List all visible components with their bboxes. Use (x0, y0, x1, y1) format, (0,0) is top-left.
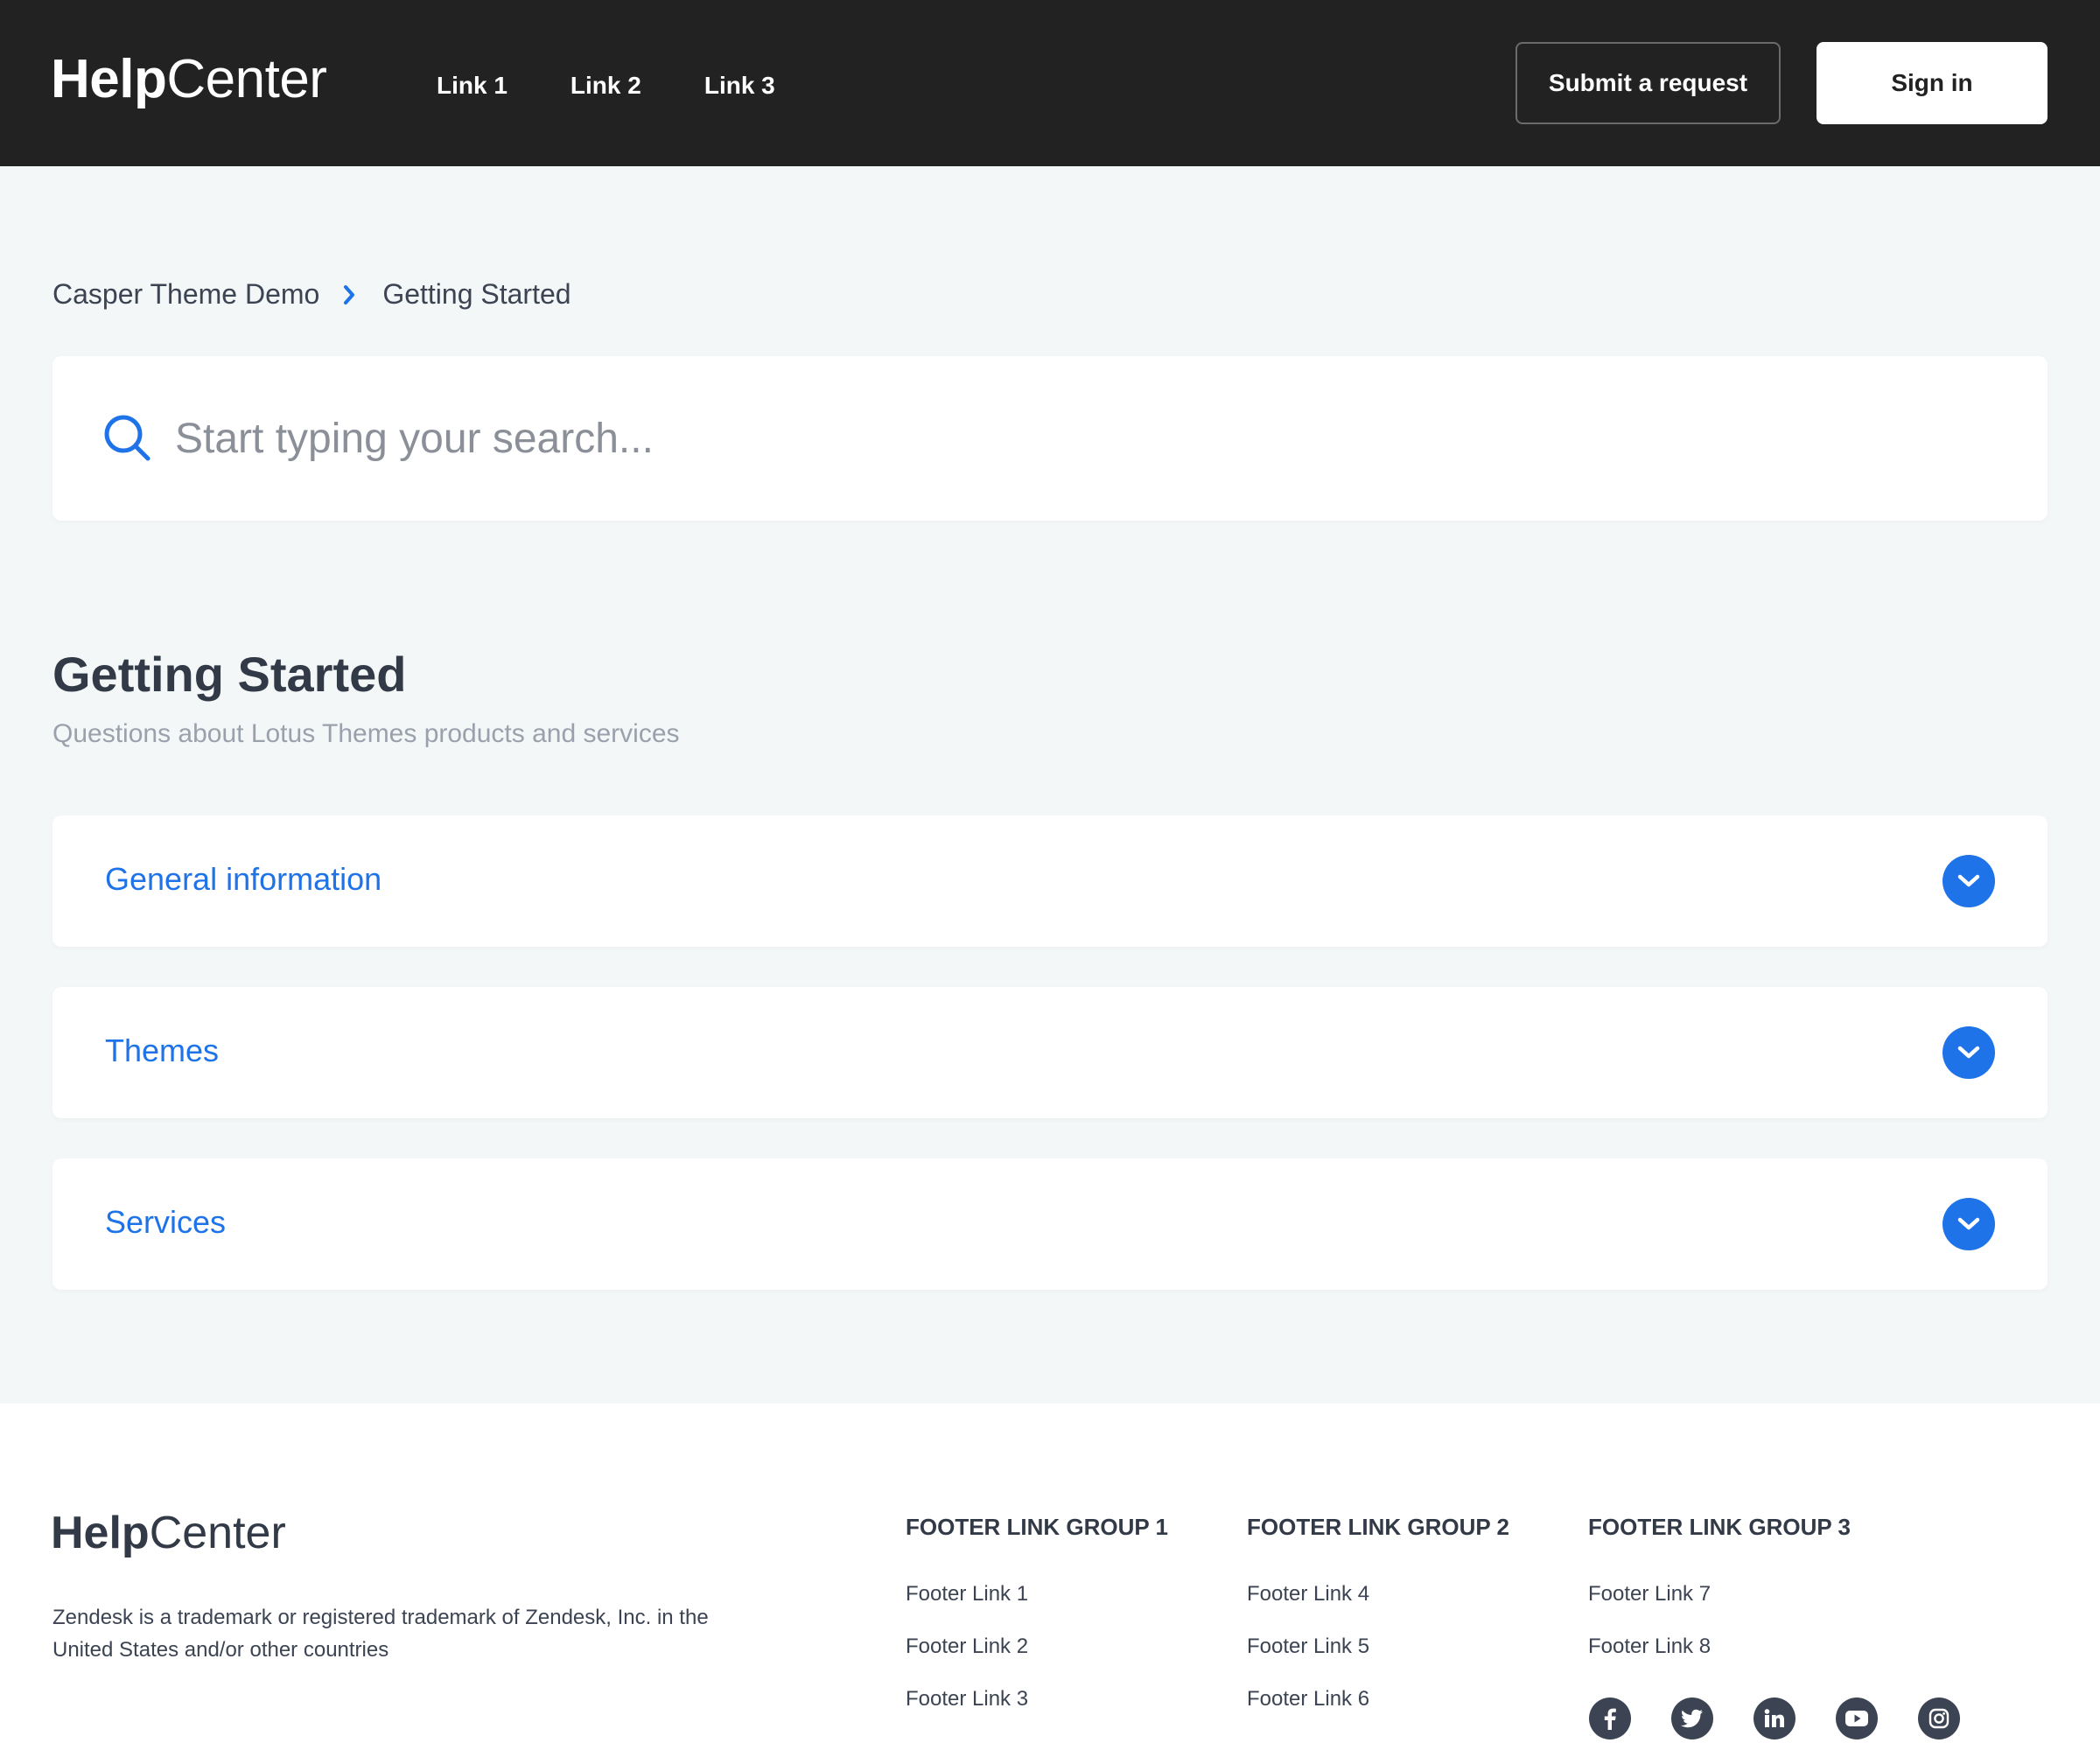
accordion-label[interactable]: Themes (105, 1032, 219, 1069)
submit-request-button[interactable]: Submit a request (1516, 42, 1781, 124)
facebook-icon[interactable] (1589, 1698, 1631, 1740)
footer-link-group-1: FOOTER LINK GROUP 1 Footer Link 1 Footer… (906, 1510, 1168, 1738)
page-subtitle: Questions about Lotus Themes products an… (52, 719, 680, 748)
footer-link-group-2: FOOTER LINK GROUP 2 Footer Link 4 Footer… (1247, 1510, 1509, 1738)
search-box (52, 356, 2048, 521)
search-input[interactable] (175, 402, 1995, 475)
footer-link[interactable]: Footer Link 4 (1247, 1580, 1509, 1608)
accordion-label[interactable]: Services (105, 1204, 226, 1241)
footer-link[interactable]: Footer Link 2 (906, 1633, 1168, 1661)
breadcrumb: Casper Theme Demo Getting Started (52, 278, 571, 311)
sign-in-button[interactable]: Sign in (1816, 42, 2048, 124)
accordion-services[interactable]: Services (52, 1158, 2048, 1290)
top-header: HelpCenter Link 1 Link 2 Link 3 Submit a… (0, 0, 2100, 166)
chevron-down-icon[interactable] (1942, 1198, 1995, 1250)
site-footer: HelpCenter Zendesk is a trademark or reg… (0, 1404, 2100, 1750)
chevron-right-icon (342, 284, 356, 305)
footer-group-heading: FOOTER LINK GROUP 1 (906, 1514, 1168, 1540)
footer-legal-text: Zendesk is a trademark or registered tra… (52, 1606, 709, 1662)
nav-link-2[interactable]: Link 2 (570, 66, 641, 105)
page-title: Getting Started (52, 647, 407, 702)
footer-link[interactable]: Footer Link 5 (1247, 1633, 1509, 1661)
footer-link[interactable]: Footer Link 6 (1247, 1685, 1509, 1713)
search-icon (103, 414, 152, 467)
footer-group-heading: FOOTER LINK GROUP 2 (1247, 1514, 1509, 1540)
youtube-icon[interactable] (1836, 1698, 1878, 1740)
main-nav: Link 1 Link 2 Link 3 (437, 66, 775, 105)
instagram-icon[interactable] (1918, 1698, 1960, 1740)
footer-link[interactable]: Footer Link 8 (1588, 1633, 1851, 1661)
footer-link[interactable]: Footer Link 1 (906, 1580, 1168, 1608)
accordion-general-information[interactable]: General information (52, 816, 2048, 947)
breadcrumb-current: Getting Started (382, 278, 571, 310)
chevron-down-icon[interactable] (1942, 1026, 1995, 1079)
accordion-themes[interactable]: Themes (52, 987, 2048, 1118)
nav-link-1[interactable]: Link 1 (437, 66, 508, 105)
twitter-icon[interactable] (1671, 1698, 1713, 1740)
footer-link[interactable]: Footer Link 7 (1588, 1580, 1851, 1608)
nav-link-3[interactable]: Link 3 (704, 66, 775, 105)
footer-link-group-3: FOOTER LINK GROUP 3 Footer Link 7 Footer… (1588, 1510, 1851, 1685)
social-links (1589, 1698, 1960, 1740)
chevron-down-icon[interactable] (1942, 855, 1995, 907)
helpcenter-logo[interactable]: HelpCenter (51, 49, 327, 110)
linkedin-icon[interactable] (1754, 1698, 1796, 1740)
accordion-label[interactable]: General information (105, 861, 382, 898)
footer-group-heading: FOOTER LINK GROUP 3 (1588, 1514, 1851, 1540)
footer-link[interactable]: Footer Link 3 (906, 1685, 1168, 1713)
footer-logo[interactable]: HelpCenter (51, 1507, 286, 1559)
breadcrumb-home-link[interactable]: Casper Theme Demo (52, 278, 319, 311)
